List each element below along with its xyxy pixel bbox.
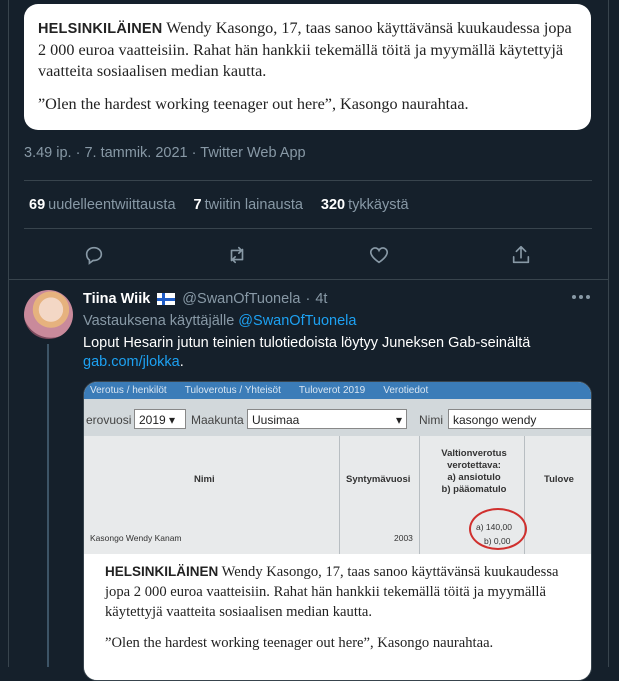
share-icon: [512, 245, 530, 264]
likes-count: 320: [320, 197, 346, 213]
image-tab: Verotus / henkilöt: [90, 385, 167, 396]
image-tab: Tuloverot 2019: [298, 385, 366, 396]
quoted-article-image[interactable]: HELSINKILÄINEN Wendy Kasongo, 17, taas s…: [24, 4, 591, 130]
col-birth: Syntymävuosi: [346, 474, 411, 485]
red-circle-annotation: [469, 508, 527, 550]
col-tax-line: b) pääomatulo: [441, 484, 507, 495]
quotes-stat[interactable]: 7 twiitin lainausta: [194, 197, 303, 213]
tweet-header: Tiina Wiik @SwanOfTuonela · 4t: [83, 291, 327, 307]
region-select: Uusimaa ▾: [247, 409, 407, 429]
retweets-label: uudelleentwiittausta: [48, 197, 176, 213]
retweets-count: 69: [29, 197, 46, 213]
avatar[interactable]: [24, 290, 73, 339]
tweet-text: Loput Hesarin jutun teinien tulotiedoist…: [83, 334, 598, 372]
name-label: Nimi: [419, 413, 443, 427]
retweet-icon: [230, 246, 244, 264]
tweet-actions: [24, 238, 592, 274]
year-label: erovuosi: [86, 413, 132, 427]
reply-icon: [85, 246, 103, 265]
col-name: Nimi: [194, 474, 215, 485]
col-tax-line: verotettava:: [447, 460, 501, 471]
column-border-right: [608, 0, 609, 667]
reply-to-prefix: Vastauksena käyttäjälle: [83, 313, 239, 329]
article-quote: ”Olen the hardest working teenager out h…: [38, 95, 469, 113]
more-icon[interactable]: [572, 290, 594, 304]
tweet-media-image[interactable]: Verotus / henkilöt Tuloverotus / Yhteisöt…: [83, 381, 592, 681]
col-tax-line: a) ansiotulo: [447, 472, 501, 483]
image-article-paragraph: HELSINKILÄINEN Wendy Kasongo, 17, taas s…: [105, 562, 581, 622]
tweet-body: Loput Hesarin jutun teinien tulotiedoist…: [83, 335, 531, 351]
col-tax: Valtionverotus verotettava: a) ansiotulo…: [429, 448, 519, 496]
image-article-quote: ”Olen the hardest working teenager out h…: [105, 635, 494, 651]
quotes-count: 7: [193, 197, 202, 213]
tweet-time[interactable]: 3.49 ip.: [24, 145, 72, 161]
image-article-clip: HELSINKILÄINEN Wendy Kasongo, 17, taas s…: [84, 554, 591, 680]
header-separator: ·: [305, 291, 311, 307]
tweet-date[interactable]: 7. tammik. 2021: [84, 145, 187, 161]
tweet-link[interactable]: gab.com/jlokka: [83, 354, 180, 370]
tweet-source[interactable]: Twitter Web App: [200, 145, 305, 161]
year-select: 2019 ▾: [134, 409, 186, 429]
year-value: 2019: [139, 413, 166, 427]
likes-label: tykkäystä: [348, 197, 409, 213]
tweet-timestamp[interactable]: 4t: [315, 291, 327, 307]
thread-line: [47, 344, 49, 667]
likes-stat[interactable]: 320 tykkäystä: [321, 197, 409, 213]
name-input: kasongo wendy: [448, 409, 591, 429]
image-tabbar: Verotus / henkilöt Tuloverotus / Yhteisöt…: [84, 382, 591, 399]
tweet-meta: 3.49 ip. · 7. tammik. 2021 · Twitter Web…: [24, 145, 306, 161]
finland-flag-icon: [157, 293, 176, 305]
article-lead: HELSINKILÄINEN: [38, 21, 163, 37]
author-name[interactable]: Tiina Wiik: [83, 291, 150, 307]
tweet-stats: 69 uudelleentwiittausta 7 twiitin lainaust…: [29, 197, 409, 213]
region-value: Uusimaa: [252, 413, 300, 427]
image-tab: Verotiedot: [383, 385, 429, 396]
col-tax-line: Valtionverotus: [441, 448, 507, 459]
tweet-link-suffix: .: [179, 354, 184, 370]
table-gridline: [339, 436, 340, 554]
column-border-left: [8, 0, 9, 667]
reply-to-mention[interactable]: @SwanOfTuonela: [238, 313, 356, 329]
like-button[interactable]: [362, 238, 396, 272]
meta-separator: ·: [71, 145, 85, 161]
share-button[interactable]: [504, 238, 538, 272]
heart-icon: [369, 247, 389, 264]
row-birth: 2003: [394, 533, 413, 543]
row-name: Kasongo Wendy Kanam: [90, 533, 182, 543]
author-handle[interactable]: @SwanOfTuonela: [182, 291, 300, 307]
quotes-label: twiitin lainausta: [204, 197, 303, 213]
col-extra: Tulove: [544, 474, 574, 485]
divider: [24, 180, 592, 181]
retweets-stat[interactable]: 69 uudelleentwiittausta: [29, 197, 176, 213]
meta-separator: ·: [187, 145, 201, 161]
table-gridline: [419, 436, 420, 554]
image-article-lead: HELSINKILÄINEN: [105, 564, 219, 579]
retweet-button[interactable]: [220, 238, 254, 272]
reply-context: Vastauksena käyttäjälle @SwanOfTuonela: [83, 313, 356, 329]
divider: [9, 279, 608, 280]
reply-button[interactable]: [77, 238, 111, 272]
divider: [24, 228, 592, 229]
region-label: Maakunta: [191, 413, 244, 427]
article-paragraph: HELSINKILÄINEN Wendy Kasongo, 17, taas s…: [38, 18, 577, 82]
image-filter-bar: erovuosi 2019 ▾ Maakunta Uusimaa ▾ Nimi k…: [84, 399, 591, 436]
image-tab: Tuloverotus / Yhteisöt: [184, 385, 281, 396]
